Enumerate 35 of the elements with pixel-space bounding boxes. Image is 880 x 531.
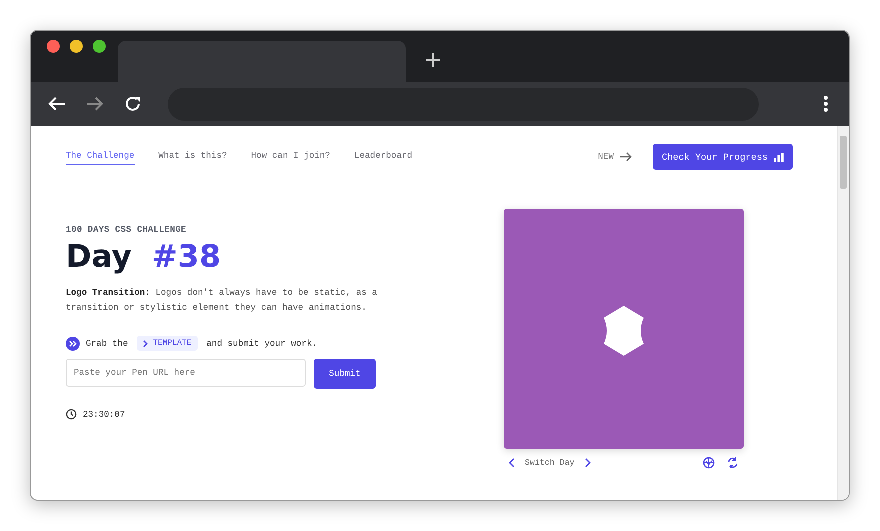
nav-link[interactable]: Leaderboard (354, 149, 413, 165)
next-day-icon[interactable] (584, 458, 591, 468)
maximize-window-dot[interactable] (93, 40, 106, 53)
title-day: Day (66, 240, 132, 274)
right-arrow-icon (620, 152, 632, 162)
new-label: NEW (598, 152, 614, 162)
reload-icon[interactable] (124, 95, 142, 113)
menu-icon[interactable] (823, 95, 829, 113)
forward-arrow-icon[interactable] (86, 96, 104, 112)
close-window-dot[interactable] (47, 40, 60, 53)
day-number: #38 (152, 240, 222, 274)
nav-link[interactable]: What is this? (158, 149, 228, 165)
submit-button[interactable]: Submit (314, 359, 376, 390)
submit-work-text: and submit your work. (206, 338, 318, 349)
logo-shape-drawing (602, 306, 646, 356)
double-chevron-icon (66, 336, 80, 351)
grab-text: Grab the (86, 338, 128, 349)
clock-icon (66, 409, 77, 420)
eyebrow-text: 100 DAYS CSS CHALLENGE (66, 225, 188, 235)
minimize-window-dot[interactable] (70, 40, 83, 53)
description-text: Logo Transition: Logos don't always have to be static, as a transition or stylistic element they can have animations. (66, 287, 378, 316)
chevron-icon (143, 340, 150, 348)
pen-url-field[interactable]: Paste your Pen URL here (66, 359, 306, 388)
refresh-icon[interactable] (727, 457, 739, 469)
nav-link[interactable]: How can I join? (251, 149, 330, 165)
scrollbar-thumb[interactable] (840, 136, 847, 189)
switch-day-label: Switch Day (525, 458, 575, 468)
previous-day-icon[interactable] (509, 458, 515, 468)
nav-link[interactable]: The Challenge (66, 149, 135, 165)
new-tab-icon[interactable] (425, 52, 441, 68)
template-link[interactable]: TEMPLATE (137, 336, 198, 352)
bar-chart-icon (774, 152, 784, 162)
back-arrow-icon[interactable] (48, 96, 66, 112)
countdown-timer: 23:30:07 (83, 410, 126, 420)
check-progress-button[interactable]: Check Your Progress (652, 144, 793, 170)
